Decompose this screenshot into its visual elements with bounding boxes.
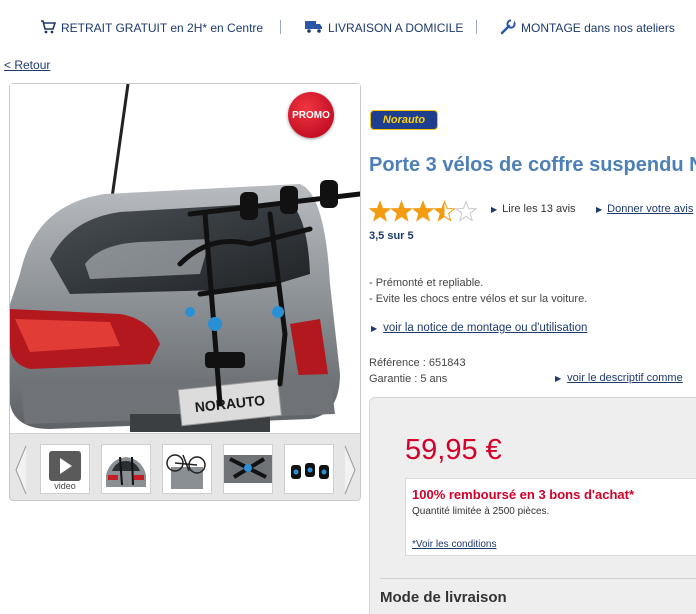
rating-score: 3,5 sur 5 <box>369 230 414 242</box>
separator <box>476 20 477 34</box>
feature-list: - Prémonté et repliable. - Evite les cho… <box>369 275 587 307</box>
promo-badge: PROMO <box>288 92 334 138</box>
service-retrait-label: RETRAIT GRATUIT en 2H* en Centre <box>61 21 264 35</box>
product-main-image[interactable]: NORAUTO PROMO <box>10 84 360 434</box>
divider <box>380 578 696 579</box>
cart-icon <box>40 19 57 37</box>
play-icon <box>49 451 81 481</box>
triangle-right-icon: ▶ <box>371 324 378 333</box>
read-reviews-label: Lire les 13 avis <box>502 203 576 215</box>
notice-link-label: voir la notice de montage ou d'utilisati… <box>383 322 588 334</box>
service-montage-label: MONTAGE dans nos ateliers <box>521 21 675 35</box>
feature-item: - Evite les chocs entre vélos et sur la … <box>369 293 588 305</box>
give-review-link[interactable]: ▶ Donner votre avis <box>596 203 693 215</box>
thumbnail-video[interactable]: video <box>40 444 90 494</box>
service-livraison[interactable]: LIVRAISON A DOMICILE <box>305 18 463 38</box>
triangle-right-icon: ▶ <box>596 205 603 214</box>
read-reviews-link[interactable]: ▶ Lire les 13 avis <box>491 203 576 215</box>
back-link[interactable]: < Retour <box>4 58 50 72</box>
thumbnail-car-rear[interactable] <box>101 444 151 494</box>
wrench-icon <box>500 18 516 38</box>
product-gallery: NORAUTO PROMO video <box>9 83 361 501</box>
offer-box: 100% remboursé en 3 bons d'achat* Quanti… <box>405 478 696 556</box>
thumbnail-bikes-mounted[interactable] <box>162 444 212 494</box>
service-montage[interactable]: MONTAGE dans nos ateliers <box>500 18 675 38</box>
prev-arrow-button[interactable] <box>13 444 29 496</box>
delivery-heading: Mode de livraison <box>380 589 507 606</box>
price: 59,95 € <box>405 434 502 466</box>
separator <box>280 20 281 34</box>
next-arrow-button[interactable] <box>342 444 358 496</box>
give-review-label: Donner votre avis <box>607 203 694 215</box>
triangle-right-icon: ▶ <box>555 374 562 383</box>
thumbnail-rack-parts[interactable] <box>284 444 334 494</box>
brand-logo[interactable]: Norauto <box>370 110 438 130</box>
offer-conditions-link[interactable]: *Voir les conditions <box>412 539 497 550</box>
description-link[interactable]: ▶ voir le descriptif comme <box>555 372 683 384</box>
truck-icon <box>305 20 323 36</box>
rating-star <box>368 200 392 222</box>
rating-star <box>433 200 456 222</box>
offer-title: 100% remboursé en 3 bons d'achat* <box>412 487 635 502</box>
rating-star <box>390 200 413 222</box>
service-retrait[interactable]: RETRAIT GRATUIT en 2H* en Centre <box>40 18 263 38</box>
service-bar: RETRAIT GRATUIT en 2H* en Centre LIVRAIS… <box>0 0 696 56</box>
triangle-right-icon: ▶ <box>491 205 498 214</box>
product-title: Porte 3 vélos de coffre suspendu N <box>369 154 696 176</box>
offer-subtitle: Quantité limitée à 2500 pièces. <box>412 506 550 517</box>
thumbnail-video-label: video <box>54 481 76 491</box>
price-box: 59,95 € 100% remboursé en 3 bons d'achat… <box>369 397 696 614</box>
notice-link[interactable]: ▶ voir la notice de montage ou d'utilisat… <box>371 322 587 334</box>
reference-text: Référence : 651843 <box>369 357 466 369</box>
rating-star <box>411 200 435 222</box>
service-livraison-label: LIVRAISON A DOMICILE <box>328 21 464 35</box>
thumbnail-rack-closeup[interactable] <box>223 444 273 494</box>
rating-star <box>454 200 478 222</box>
feature-item: - Prémonté et repliable. <box>369 277 484 289</box>
thumbnail-strip: video <box>10 440 360 498</box>
guarantee-text: Garantie : 5 ans <box>369 373 448 385</box>
description-link-label: voir le descriptif comme <box>567 372 683 384</box>
rating-stars <box>368 200 479 224</box>
